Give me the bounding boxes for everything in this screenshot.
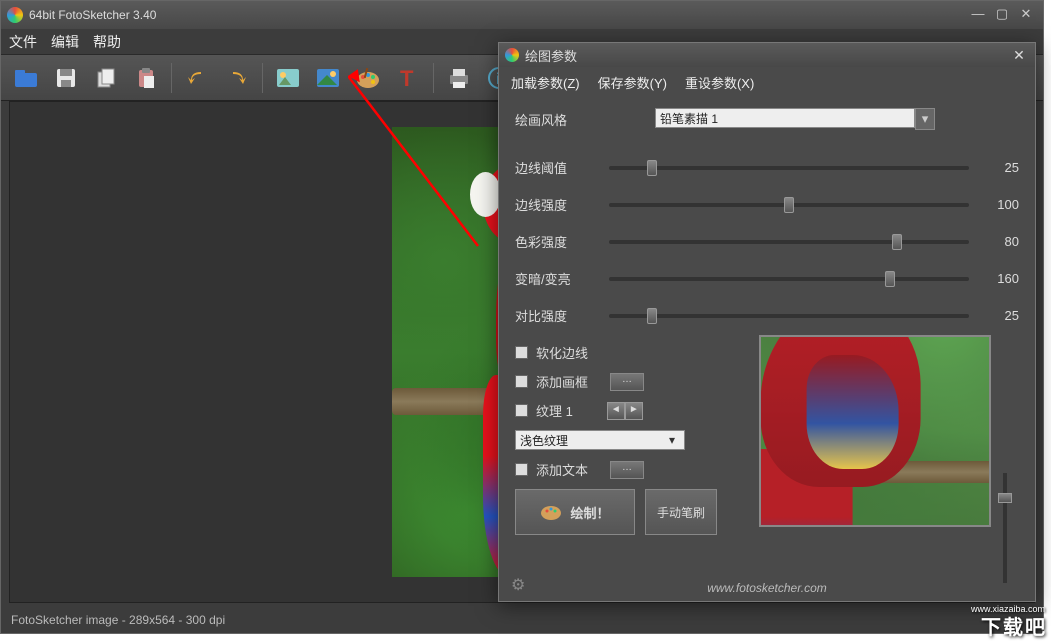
slider-label: 边线阈值 [515, 158, 595, 177]
soften-edges-label: 软化边线 [536, 343, 588, 362]
texture-dropdown[interactable]: 浅色纹理 ▾ [515, 430, 685, 450]
edge-threshold-slider[interactable] [609, 166, 969, 170]
soften-edges-checkbox[interactable] [515, 346, 528, 359]
texture-checkbox[interactable] [515, 404, 528, 417]
source-image-button[interactable] [271, 61, 305, 95]
slider-value: 25 [983, 308, 1019, 323]
slider-label: 色彩强度 [515, 232, 595, 251]
minimize-button[interactable]: — [967, 6, 989, 24]
menu-file[interactable]: 文件 [9, 32, 37, 52]
slider-value: 80 [983, 234, 1019, 249]
color-intensity-row: 色彩强度 80 [515, 232, 1019, 251]
add-text-checkbox[interactable] [515, 463, 528, 476]
edge-intensity-row: 边线强度 100 [515, 195, 1019, 214]
style-dropdown-arrow[interactable]: ▾ [915, 108, 935, 130]
result-image-button[interactable] [311, 61, 345, 95]
dialog-menu: 加载参数(Z) 保存参数(Y) 重设参数(X) [499, 67, 1035, 98]
dialog-title: 绘图参数 [525, 46, 577, 65]
copy-button[interactable] [89, 61, 123, 95]
frame-options-button[interactable]: … [610, 373, 644, 391]
dialog-close-button[interactable]: ✕ [1009, 47, 1029, 64]
edge-intensity-slider[interactable] [609, 203, 969, 207]
save-params-menu[interactable]: 保存参数(Y) [598, 73, 667, 92]
slider-value: 100 [983, 197, 1019, 212]
statusbar: FotoSketcher image - 289x564 - 300 dpi [1, 609, 1043, 633]
dialog-footer-url: www.fotosketcher.com [499, 581, 1035, 595]
color-intensity-slider[interactable] [609, 240, 969, 244]
drawing-params-dialog: 绘图参数 ✕ 加载参数(Z) 保存参数(Y) 重设参数(X) 绘画风格 铅笔素描… [498, 42, 1036, 602]
status-text: FotoSketcher image - 289x564 - 300 dpi [11, 613, 225, 627]
menu-help[interactable]: 帮助 [93, 32, 121, 52]
reset-params-menu[interactable]: 重设参数(X) [685, 73, 754, 92]
darken-lighten-row: 变暗/变亮 160 [515, 269, 1019, 288]
slider-value: 160 [983, 271, 1019, 286]
texture-label: 纹理 1 [536, 401, 573, 420]
dialog-titlebar[interactable]: 绘图参数 ✕ [499, 43, 1035, 67]
paste-button[interactable] [129, 61, 163, 95]
redo-button[interactable] [220, 61, 254, 95]
style-dropdown[interactable]: 铅笔素描 1 [655, 108, 915, 128]
undo-button[interactable] [180, 61, 214, 95]
add-frame-label: 添加画框 [536, 372, 588, 391]
edge-threshold-row: 边线阈值 25 [515, 158, 1019, 177]
style-label: 绘画风格 [515, 110, 595, 129]
svg-text:T: T [400, 66, 414, 90]
close-button[interactable]: ✕ [1015, 6, 1037, 24]
palette-icon [540, 503, 562, 521]
app-icon [7, 7, 23, 23]
open-button[interactable] [9, 61, 43, 95]
load-params-menu[interactable]: 加载参数(Z) [511, 73, 580, 92]
add-frame-checkbox[interactable] [515, 375, 528, 388]
preview-image [759, 335, 991, 527]
palette-button[interactable] [351, 61, 385, 95]
text-button[interactable]: T [391, 61, 425, 95]
slider-label: 边线强度 [515, 195, 595, 214]
text-options-button[interactable]: … [610, 461, 644, 479]
manual-brush-button[interactable]: 手动笔刷 [645, 489, 717, 535]
texture-next-button[interactable]: ► [625, 402, 643, 420]
chevron-down-icon: ▾ [664, 433, 680, 447]
draw-button[interactable]: 绘制！ [515, 489, 635, 535]
slider-value: 25 [983, 160, 1019, 175]
save-button[interactable] [49, 61, 83, 95]
preview-zoom-slider[interactable] [997, 473, 1013, 583]
window-title: 64bit FotoSketcher 3.40 [29, 8, 156, 22]
contrast-row: 对比强度 25 [515, 306, 1019, 325]
add-text-label: 添加文本 [536, 460, 588, 479]
titlebar: 64bit FotoSketcher 3.40 — ▢ ✕ [1, 1, 1043, 29]
slider-label: 变暗/变亮 [515, 269, 595, 288]
maximize-button[interactable]: ▢ [991, 6, 1013, 24]
darken-lighten-slider[interactable] [609, 277, 969, 281]
slider-label: 对比强度 [515, 306, 595, 325]
print-button[interactable] [442, 61, 476, 95]
app-icon [505, 48, 519, 62]
texture-prev-button[interactable]: ◄ [607, 402, 625, 420]
menu-edit[interactable]: 编辑 [51, 32, 79, 52]
contrast-slider[interactable] [609, 314, 969, 318]
watermark-text: 下载吧 [981, 611, 1047, 640]
